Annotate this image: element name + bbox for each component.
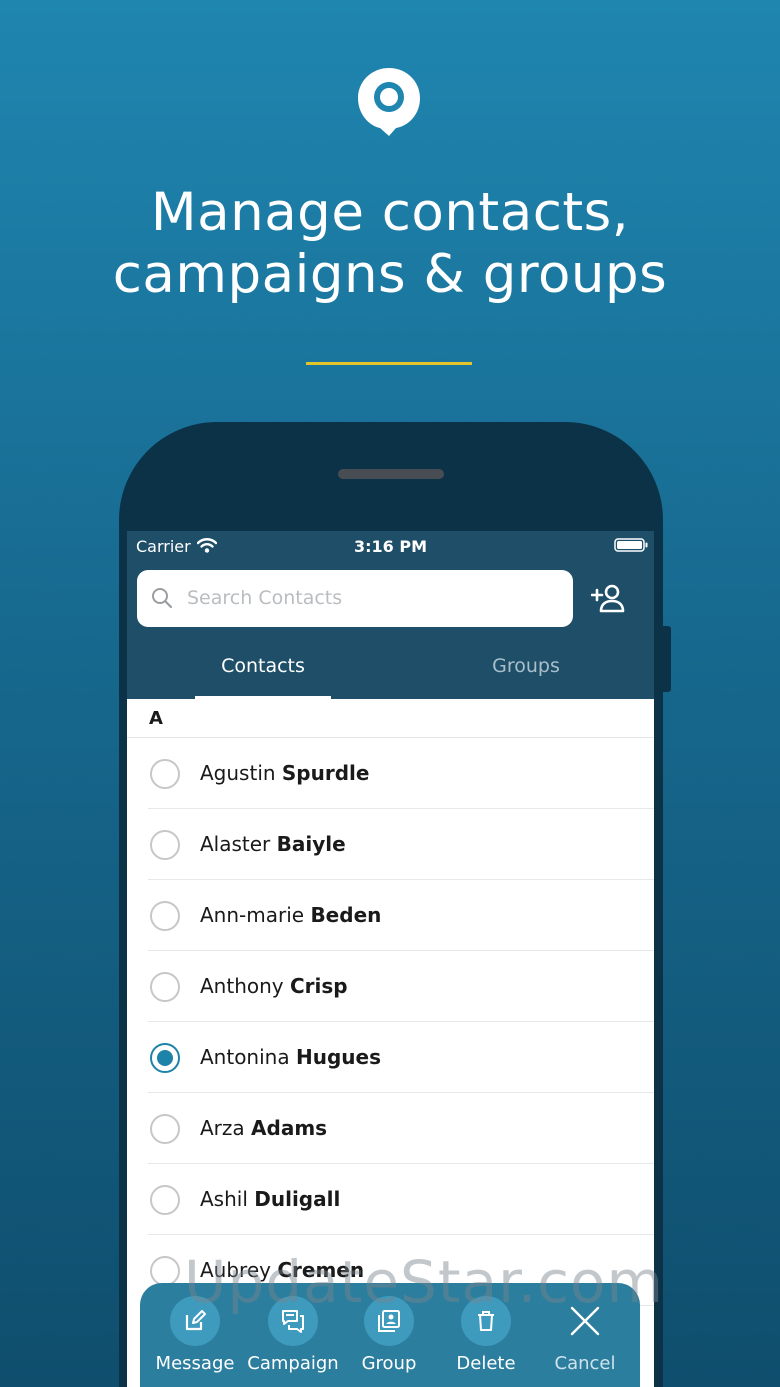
select-radio[interactable]: [150, 1185, 180, 1215]
select-radio[interactable]: [150, 1114, 180, 1144]
contact-last-name: Baiyle: [276, 832, 346, 856]
phone-side-button: [662, 626, 671, 692]
contact-row[interactable]: Antonina Hugues: [127, 1022, 654, 1093]
contact-name: Antonina Hugues: [200, 1045, 381, 1069]
contact-row[interactable]: Arza Adams: [127, 1093, 654, 1164]
select-radio[interactable]: [150, 1256, 180, 1286]
select-radio-checked[interactable]: [150, 1043, 180, 1073]
add-contact-icon[interactable]: [591, 583, 625, 613]
select-radio[interactable]: [150, 972, 180, 1002]
phone-speaker: [338, 469, 444, 479]
message-label: Message: [155, 1353, 235, 1374]
app-header: Carrier 3:16 PM Search Contacts Contacts…: [127, 531, 654, 699]
radio-selected-dot: [157, 1050, 173, 1066]
search-bar[interactable]: [137, 570, 573, 627]
select-radio[interactable]: [150, 759, 180, 789]
contact-name: Arza Adams: [200, 1116, 327, 1140]
headline-line-1: Manage contacts,: [150, 182, 630, 243]
section-header-letter: A: [149, 708, 163, 729]
search-input[interactable]: [187, 584, 557, 612]
contact-name: Anthony Crisp: [200, 974, 348, 998]
contact-row[interactable]: Ann-marie Beden: [127, 880, 654, 951]
tab-contacts[interactable]: Contacts: [195, 655, 331, 699]
contact-last-name: Duligall: [254, 1187, 341, 1211]
tab-active-indicator: [195, 696, 331, 699]
status-bar: Carrier 3:16 PM: [127, 531, 654, 561]
headline-divider: [306, 362, 472, 365]
campaign-label: Campaign: [247, 1353, 339, 1374]
contact-last-name: Crisp: [289, 974, 348, 998]
contact-last-name: Hugues: [295, 1045, 381, 1069]
contact-first-name: Anthony: [200, 974, 284, 998]
contact-first-name: Alaster: [200, 832, 271, 856]
contact-name: Ashil Duligall: [200, 1187, 340, 1211]
contact-row[interactable]: Anthony Crisp: [127, 951, 654, 1022]
contact-first-name: Ann-marie: [200, 903, 305, 927]
watermark: UpdateStar.com: [184, 1248, 664, 1316]
contact-last-name: Beden: [310, 903, 382, 927]
contact-name: Alaster Baiyle: [200, 832, 346, 856]
contact-first-name: Antonina: [200, 1045, 290, 1069]
status-time: 3:16 PM: [353, 537, 427, 556]
headline-line-2: campaigns & groups: [112, 244, 668, 305]
contact-last-name: Adams: [251, 1116, 328, 1140]
app-logo-icon: [358, 68, 420, 136]
select-radio[interactable]: [150, 830, 180, 860]
search-icon: [152, 588, 173, 609]
tab-groups[interactable]: Groups: [460, 655, 592, 699]
headline: Manage contacts, campaigns & groups: [0, 182, 780, 306]
contact-name: Agustin Spurdle: [200, 761, 369, 785]
contact-name: Ann-marie Beden: [200, 903, 381, 927]
contact-first-name: Agustin: [200, 761, 276, 785]
delete-label: Delete: [456, 1353, 516, 1374]
contact-row[interactable]: Alaster Baiyle: [127, 809, 654, 880]
cancel-label: Cancel: [554, 1353, 616, 1374]
contact-first-name: Ashil: [200, 1187, 248, 1211]
group-label: Group: [361, 1353, 417, 1374]
contact-row[interactable]: Agustin Spurdle: [127, 738, 654, 809]
contact-first-name: Arza: [200, 1116, 245, 1140]
contact-row[interactable]: Ashil Duligall: [127, 1164, 654, 1235]
battery-icon: [614, 538, 648, 552]
select-radio[interactable]: [150, 901, 180, 931]
contact-last-name: Spurdle: [281, 761, 370, 785]
